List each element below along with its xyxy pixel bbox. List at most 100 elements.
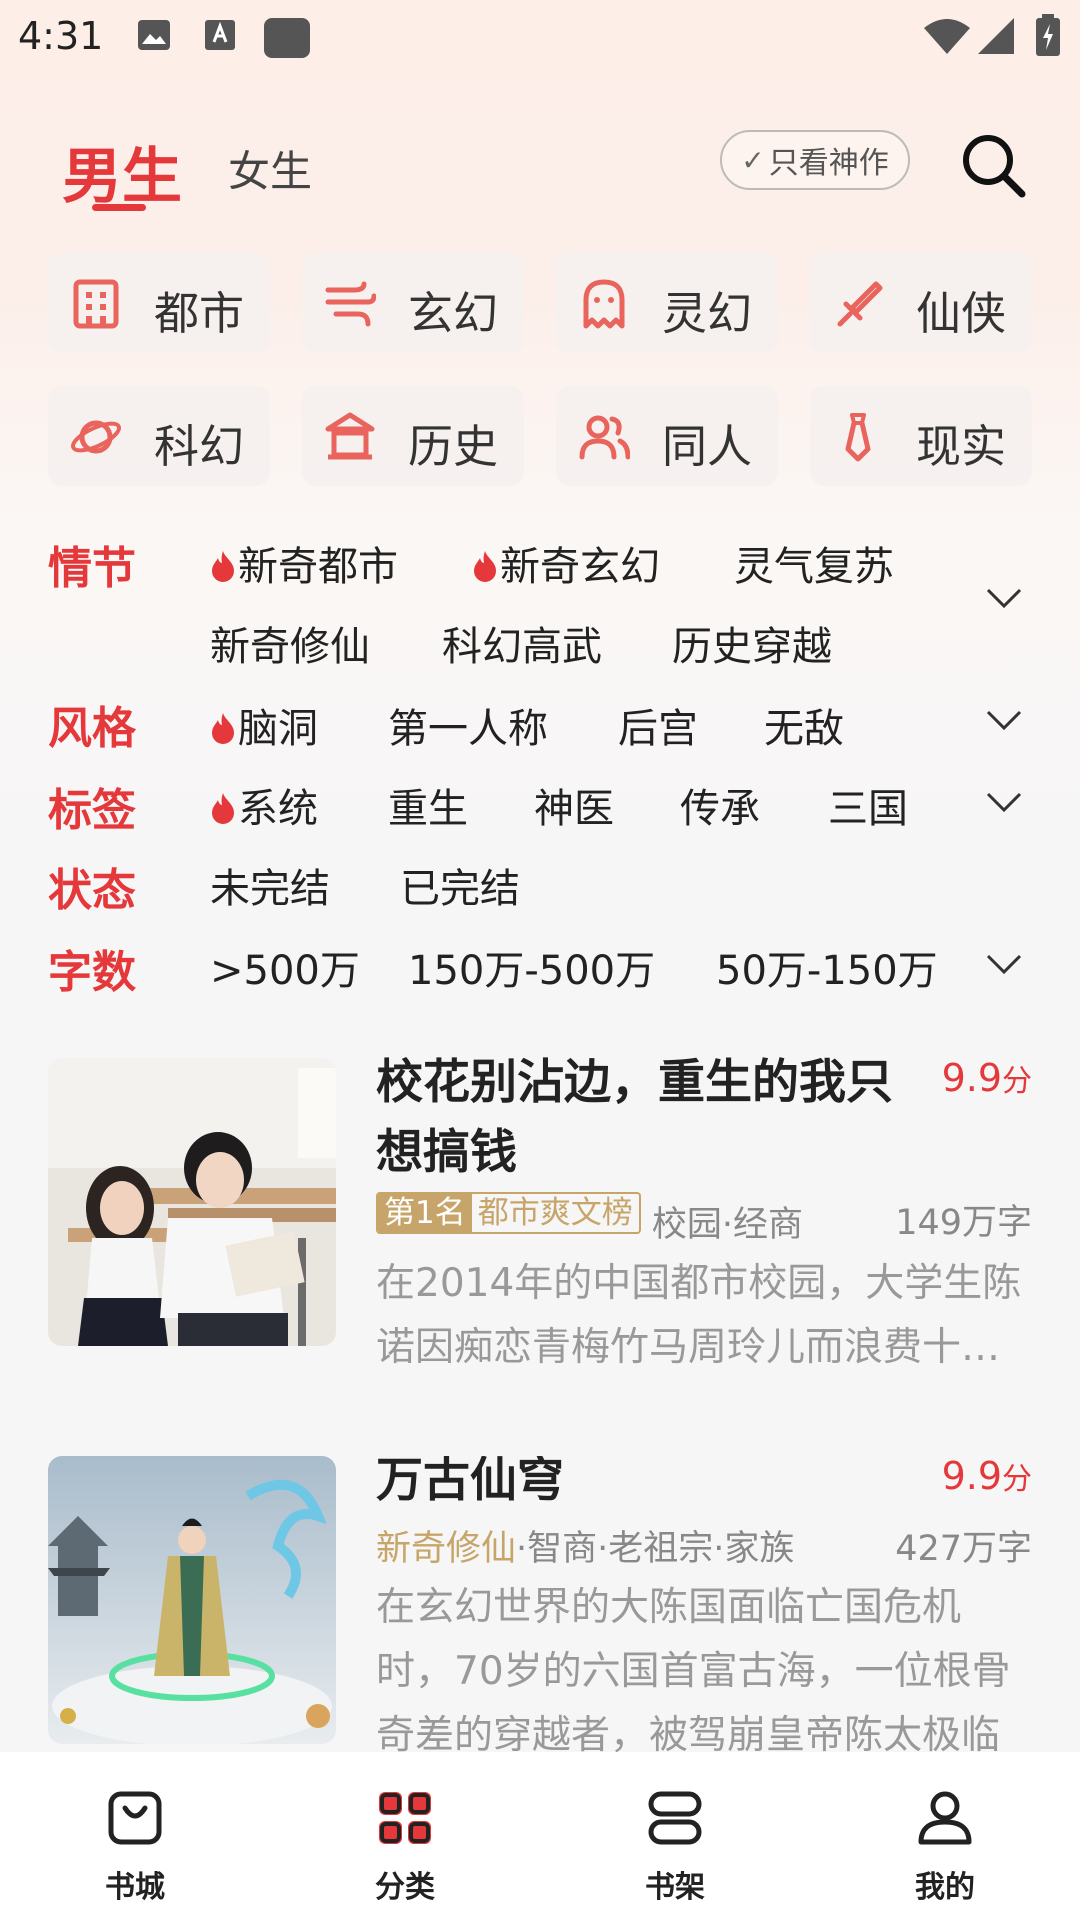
filter-option[interactable]: 历史穿越 <box>672 614 832 672</box>
status-time: 4:31 <box>18 14 104 58</box>
book-score: 9.9分 <box>941 1456 1032 1498</box>
filter-option[interactable]: 无敌 <box>764 696 844 754</box>
book-item[interactable]: 万古仙穹 9.9分 新奇修仙·智商·老祖宗·家族 427万字 在玄幻世界的大陈国… <box>48 1456 1032 1752</box>
nav-bookshelf[interactable]: 书架 <box>575 1752 775 1920</box>
user-icon <box>918 1791 972 1845</box>
filter-option[interactable]: 已完结 <box>400 856 520 914</box>
fire-icon <box>212 793 234 824</box>
filter-option[interactable]: 新奇都市 <box>210 534 398 592</box>
nav-profile[interactable]: 我的 <box>845 1752 1045 1920</box>
book-item[interactable]: 校花别沾边，重生的我只想搞钱 9.9分 第1名 都市爽文榜 校园·经商 149万字… <box>48 1055 1032 1378</box>
book-word-count: 427万字 <box>895 1529 1032 1569</box>
planet-icon <box>71 420 121 454</box>
grid-icon <box>379 1792 431 1844</box>
filter-label-words: 字数 <box>48 947 136 998</box>
chevron-down-icon[interactable] <box>984 952 1024 976</box>
genre-label: 玄幻 <box>408 287 499 340</box>
filter-option[interactable]: 三国 <box>828 776 908 834</box>
genre-card-xianshi[interactable]: 现实 <box>810 386 1032 486</box>
filter-option[interactable]: 后宫 <box>618 696 698 754</box>
book-meta: 新奇修仙·智商·老祖宗·家族 <box>376 1520 794 1571</box>
genre-card-linghuan[interactable]: 灵幻 <box>556 253 778 353</box>
translate-notification-icon <box>205 20 235 50</box>
filter-option[interactable]: 脑洞 <box>210 696 318 754</box>
filter-option[interactable]: >500万 <box>210 938 360 996</box>
nav-label: 分类 <box>375 1870 435 1905</box>
rank-badge[interactable]: 第1名 都市爽文榜 <box>376 1192 641 1234</box>
chevron-down-icon[interactable] <box>984 586 1024 610</box>
filter-option[interactable]: 150万-500万 <box>408 938 655 996</box>
image-notification-icon <box>138 20 170 50</box>
fire-icon <box>474 551 496 582</box>
book-score: 9.9分 <box>941 1056 1032 1100</box>
nav-label: 书城 <box>105 1870 165 1905</box>
filter-option[interactable]: 未完结 <box>210 856 330 914</box>
chevron-down-icon[interactable] <box>984 790 1024 814</box>
fire-icon <box>212 551 234 582</box>
book-cover[interactable] <box>48 1058 336 1346</box>
genre-label: 都市 <box>154 287 245 340</box>
tab-male[interactable]: 男生 <box>62 128 182 215</box>
genre-label: 科幻 <box>154 420 245 473</box>
genre-label: 同人 <box>662 420 753 473</box>
nav-bookstore[interactable]: 书城 <box>35 1752 235 1920</box>
wind-icon <box>325 281 376 327</box>
genre-label: 灵幻 <box>662 287 753 340</box>
nav-label: 书架 <box>645 1870 705 1905</box>
filter-option[interactable]: 科幻高武 <box>442 614 602 672</box>
book-title[interactable]: 校花别沾边，重生的我只想搞钱 <box>376 1048 936 1188</box>
palace-icon <box>325 412 375 460</box>
filter-option[interactable]: 新奇玄幻 <box>472 534 660 592</box>
genre-card-tongren[interactable]: 同人 <box>556 386 778 486</box>
ghost-icon <box>583 279 625 329</box>
nav-label: 我的 <box>915 1870 975 1905</box>
fire-icon <box>212 713 234 744</box>
genre-card-xuanhuan[interactable]: 玄幻 <box>302 253 524 353</box>
book-main-tag[interactable]: 新奇修仙 <box>376 1529 516 1569</box>
tie-icon <box>845 413 871 462</box>
genre-card-kehuan[interactable]: 科幻 <box>48 386 270 486</box>
book-tags: 校园·经商 <box>651 1205 804 1245</box>
check-icon: ✓ <box>741 143 765 177</box>
filter-option[interactable]: 传承 <box>680 776 760 834</box>
sword-icon <box>837 281 883 327</box>
nav-category[interactable]: 分类 <box>305 1752 505 1920</box>
bag-icon <box>108 1791 162 1845</box>
filter-label-status: 状态 <box>48 865 136 916</box>
tab-female[interactable]: 女生 <box>228 138 312 199</box>
genre-label: 历史 <box>408 420 499 473</box>
genre-card-lishi[interactable]: 历史 <box>302 386 524 486</box>
genre-label: 现实 <box>916 420 1007 473</box>
filter-option[interactable]: 新奇修仙 <box>210 614 370 672</box>
book-cover[interactable] <box>48 1456 336 1744</box>
book-description: 在玄幻世界的大陈国面临亡国危机时，70岁的六国首富古海，一位根骨奇差的穿越者，被… <box>376 1585 1011 1752</box>
signal-icon <box>978 18 1014 54</box>
chevron-down-icon[interactable] <box>984 708 1024 732</box>
book-word-count: 149万字 <box>895 1203 1032 1243</box>
wifi-icon <box>924 19 970 54</box>
book-title[interactable]: 万古仙穹 <box>376 1456 936 1516</box>
building-icon <box>73 279 119 329</box>
search-icon[interactable] <box>958 130 1028 200</box>
filter-option[interactable]: 神医 <box>534 776 614 834</box>
tab-active-indicator <box>92 204 146 211</box>
filter-label-plot: 情节 <box>48 543 136 594</box>
filter-option[interactable]: 系统 <box>210 776 318 834</box>
shelf-icon <box>648 1791 702 1845</box>
battery-icon <box>1036 14 1060 56</box>
genre-card-dushi[interactable]: 都市 <box>48 253 270 353</box>
genre-card-xianxia[interactable]: 仙侠 <box>810 253 1032 353</box>
bottom-nav: 书城 分类 书架 我的 <box>0 1752 1080 1920</box>
app-notification-icon <box>264 18 310 58</box>
filter-option[interactable]: 第一人称 <box>388 696 548 754</box>
filter-option[interactable]: 重生 <box>388 776 468 834</box>
filter-option[interactable]: 50万-150万 <box>716 938 938 996</box>
book-tags: ·智商·老祖宗·家族 <box>516 1529 795 1569</box>
genre-label: 仙侠 <box>916 287 1007 340</box>
people-icon <box>579 415 630 460</box>
filter-label-style: 风格 <box>48 703 136 754</box>
only-masterpiece-toggle[interactable]: ✓ 只看神作 <box>720 130 910 190</box>
top-tabs: 男生 女生 ✓ 只看神作 <box>0 120 1080 220</box>
book-description: 在2014年的中国都市校园，大学生陈诺因痴恋青梅竹马周玲儿而浪费十年青春…… <box>376 1261 1022 1370</box>
filter-option[interactable]: 灵气复苏 <box>734 534 894 592</box>
